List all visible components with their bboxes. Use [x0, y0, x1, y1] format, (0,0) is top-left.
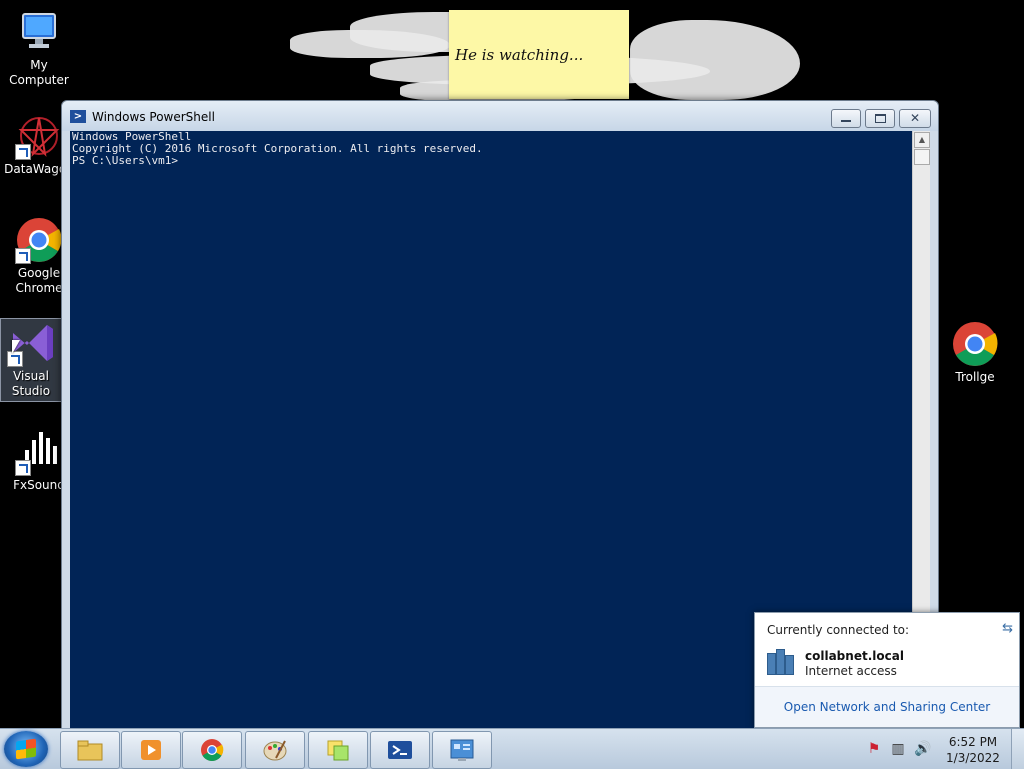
console-line: Copyright (C) 2016 Microsoft Corporation…	[72, 142, 483, 155]
clock[interactable]: 6:52 PM 1/3/2022	[934, 734, 1012, 766]
desktop-icon-trollge[interactable]: Trollge	[937, 320, 1013, 385]
taskbar-button-powershell[interactable]	[370, 731, 430, 769]
volume-icon[interactable]: 🔊	[914, 741, 931, 757]
mouse-cursor-icon	[12, 340, 20, 354]
network-name[interactable]: collabnet.local	[805, 649, 904, 663]
minimize-button[interactable]	[831, 109, 861, 128]
sticky-notes-icon	[327, 740, 349, 761]
desktop-icon-label: Visual Studio 2022	[11, 369, 51, 401]
taskbar-button-chrome[interactable]	[182, 731, 242, 769]
clock-time: 6:52 PM	[948, 735, 998, 749]
open-network-sharing-center-link[interactable]: Open Network and Sharing Center	[784, 700, 990, 714]
media-player-icon	[141, 740, 161, 760]
powershell-icon	[388, 741, 412, 759]
taskbar-button-sticky-notes[interactable]	[308, 731, 368, 769]
window-title: Windows PowerShell	[92, 110, 215, 124]
taskbar: ⚑ ▥ 🔊 6:52 PM 1/3/2022	[0, 728, 1024, 769]
action-center-flag-icon[interactable]: ⚑	[866, 741, 882, 757]
start-button[interactable]	[4, 731, 48, 767]
paint-icon	[263, 740, 287, 761]
shortcut-arrow-icon	[15, 460, 31, 476]
sticky-note[interactable]: He is watching...	[449, 10, 629, 99]
desktop-icon-visual-studio[interactable]: Visual Studio 2022	[0, 318, 62, 402]
network-icon	[765, 649, 795, 675]
windows-logo-icon	[16, 738, 36, 760]
network-flyout: Currently connected to: ⇆ collabnet.loca…	[754, 612, 1020, 728]
clock-date: 1/3/2022	[946, 751, 1000, 765]
control-panel-icon	[450, 739, 474, 761]
chrome-icon	[201, 739, 224, 761]
chrome-icon	[15, 216, 63, 264]
desktop-icon-my-computer[interactable]: My Computer	[1, 8, 77, 88]
console-prompt[interactable]: PS C:\Users\vm1>	[72, 155, 910, 167]
close-button[interactable]: ✕	[899, 109, 931, 128]
chrome-icon	[951, 320, 999, 368]
network-status: Internet access	[805, 664, 897, 678]
desktop-icon-label: Trollge	[955, 370, 995, 384]
close-icon: ✕	[909, 111, 921, 125]
file-explorer-icon	[77, 740, 103, 761]
shortcut-arrow-icon	[15, 248, 31, 264]
shortcut-arrow-icon	[15, 144, 31, 160]
scroll-up-icon[interactable]: ▲	[914, 132, 930, 148]
computer-icon	[15, 8, 63, 56]
taskbar-button-explorer[interactable]	[60, 731, 120, 769]
maximize-button[interactable]	[865, 109, 895, 128]
flyout-footer: Open Network and Sharing Center	[755, 686, 1019, 727]
sticky-note-text[interactable]: He is watching...	[455, 46, 583, 64]
show-desktop-button[interactable]	[1011, 729, 1024, 769]
refresh-icon[interactable]: ⇆	[1002, 621, 1013, 636]
powershell-icon: >	[70, 110, 86, 123]
equalizer-icon	[15, 428, 63, 476]
desktop-icon-label: My Computer	[9, 58, 69, 87]
flyout-header: Currently connected to:	[767, 623, 910, 637]
taskbar-button-media-player[interactable]	[121, 731, 181, 769]
network-tray-icon[interactable]: ▥	[890, 741, 906, 757]
scroll-thumb[interactable]	[914, 149, 930, 165]
datawagon-icon	[15, 112, 63, 160]
window-titlebar[interactable]: > Windows PowerShell ✕	[62, 101, 938, 131]
taskbar-button-paint[interactable]	[245, 731, 305, 769]
taskbar-button-control-panel[interactable]	[432, 731, 492, 769]
